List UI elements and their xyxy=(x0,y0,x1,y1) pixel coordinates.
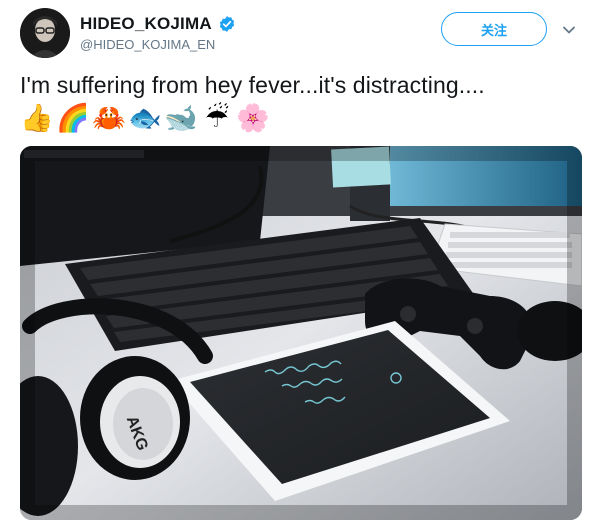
emoji-row: 👍 🌈 🦀 🐟 🐋 ☔ 🌸 xyxy=(20,102,270,136)
chevron-down-icon[interactable] xyxy=(561,22,577,38)
rainbow-icon: 🌈 xyxy=(56,103,90,134)
crab-icon: 🦀 xyxy=(92,103,126,134)
cherry-blossom-icon: 🌸 xyxy=(236,103,270,134)
verified-badge-icon xyxy=(219,16,234,32)
author-row: HIDEO_KOJIMA xyxy=(80,14,236,34)
desk-photo-illustration: AKG xyxy=(20,146,582,520)
fish-icon: 🐟 xyxy=(128,103,162,134)
user-handle[interactable]: @HIDEO_KOJIMA_EN xyxy=(80,37,215,52)
display-name[interactable]: HIDEO_KOJIMA xyxy=(80,14,212,34)
umbrella-rain-icon: ☔ xyxy=(204,103,230,134)
follow-button[interactable]: 关注 xyxy=(441,12,547,46)
tweet-photo[interactable]: AKG xyxy=(20,146,582,520)
avatar[interactable] xyxy=(20,8,70,58)
tweet-card: HIDEO_KOJIMA @HIDEO_KOJIMA_EN 关注 I'm suf… xyxy=(0,0,608,528)
thumbs-up-icon: 👍 xyxy=(20,103,54,134)
whale-icon: 🐋 xyxy=(164,103,198,134)
tweet-text: I'm suffering from hey fever...it's dist… xyxy=(20,72,485,98)
